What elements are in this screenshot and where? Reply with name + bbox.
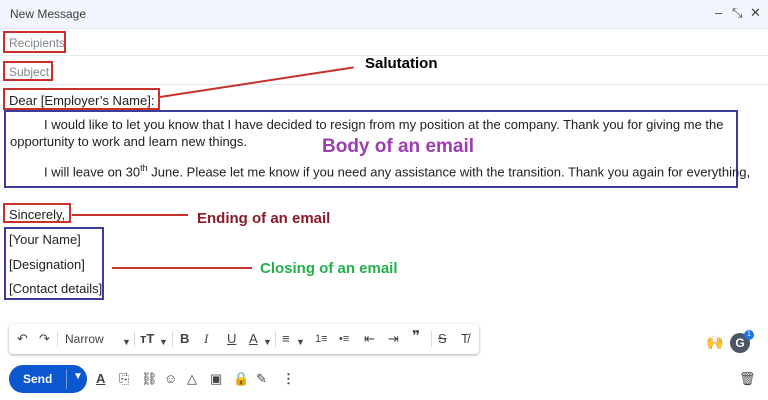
signature-icon[interactable]: ✎	[256, 371, 267, 387]
strikethrough-icon[interactable]: S	[438, 331, 447, 347]
photo-icon[interactable]: ▣	[210, 371, 222, 387]
toolbar-separator	[275, 331, 276, 347]
expand-icon[interactable]: ⤡	[732, 5, 742, 21]
close-icon[interactable]: ✕	[750, 5, 761, 21]
toolbar-separator	[172, 331, 173, 347]
size-dropdown-icon[interactable]: ▼	[159, 334, 168, 350]
redo-icon[interactable]: ↷	[39, 331, 50, 347]
outdent-icon[interactable]: ⇤	[364, 331, 375, 347]
bold-icon[interactable]: B	[180, 331, 189, 347]
italic-icon[interactable]: I	[204, 331, 208, 347]
body-annotation: Body of an email	[322, 136, 475, 157]
recipients-row[interactable]	[0, 28, 768, 56]
color-dropdown-icon[interactable]: ▼	[263, 334, 272, 350]
indent-icon[interactable]: ⇥	[388, 331, 399, 347]
salutation-annotation: Salutation	[365, 55, 438, 72]
toolbar-separator	[431, 331, 432, 347]
quote-icon[interactable]: ❞	[412, 329, 420, 345]
text-color-icon[interactable]: A	[249, 331, 258, 347]
send-divider	[66, 369, 67, 389]
link-icon[interactable]: ⛓	[141, 371, 158, 387]
clear-formatting-icon[interactable]: T̸	[461, 331, 469, 347]
toolbar-separator	[57, 331, 58, 347]
closing-pointer-line	[112, 267, 252, 269]
closing-line-contact: [Contact details]	[9, 281, 103, 296]
font-dropdown-icon[interactable]: ▼	[122, 334, 131, 350]
recipients-highlight-box	[3, 31, 66, 53]
attach-icon[interactable]: ⎘	[119, 371, 129, 387]
formatting-options-icon[interactable]: A	[96, 371, 105, 387]
formatting-toolbar: ↶ ↷ Narrow ▼ тT ▼ B I U A ▼ ≡ ▼ 1≡ •≡ ⇤ …	[9, 324, 479, 354]
drive-icon[interactable]: △	[187, 371, 197, 387]
emoji-icon[interactable]: ☺	[164, 371, 177, 387]
closing-line-designation: [Designation]	[9, 257, 85, 272]
bulleted-list-icon[interactable]: •≡	[339, 331, 349, 347]
send-options-chevron-icon[interactable]: ▼	[73, 371, 83, 382]
minimize-icon[interactable]: –	[715, 5, 722, 21]
undo-icon[interactable]: ↶	[17, 331, 28, 347]
salutation-highlight-box	[3, 88, 160, 110]
compose-title-bar: New Message – ⤡ ✕	[0, 0, 768, 29]
underline-icon[interactable]: U	[227, 331, 236, 347]
body-paragraph-2: I will leave on 30th June. Please let me…	[44, 163, 751, 180]
trash-icon[interactable]: 🗑	[739, 371, 756, 387]
font-family-select[interactable]: Narrow	[65, 331, 104, 347]
send-button[interactable]: Send ▼	[9, 365, 87, 393]
closing-annotation: Closing of an email	[260, 260, 398, 277]
font-size-icon[interactable]: тT	[140, 331, 154, 347]
ending-annotation: Ending of an email	[197, 210, 331, 227]
toolbar-separator	[134, 331, 135, 347]
hands-icon[interactable]: 🙌	[706, 334, 723, 351]
window-title: New Message	[10, 7, 87, 21]
numbered-list-icon[interactable]: 1≡	[315, 331, 328, 347]
ending-highlight-box	[3, 203, 71, 223]
more-options-icon[interactable]: ⋮	[282, 371, 295, 387]
align-dropdown-icon[interactable]: ▼	[296, 334, 305, 350]
align-icon[interactable]: ≡	[282, 331, 290, 347]
subject-highlight-box	[3, 61, 53, 81]
ending-pointer-line	[72, 214, 188, 216]
send-label: Send	[23, 372, 53, 386]
lock-icon[interactable]: 🔒	[233, 371, 249, 387]
notification-badge: 1	[744, 330, 754, 340]
closing-line-name: [Your Name]	[9, 232, 81, 247]
